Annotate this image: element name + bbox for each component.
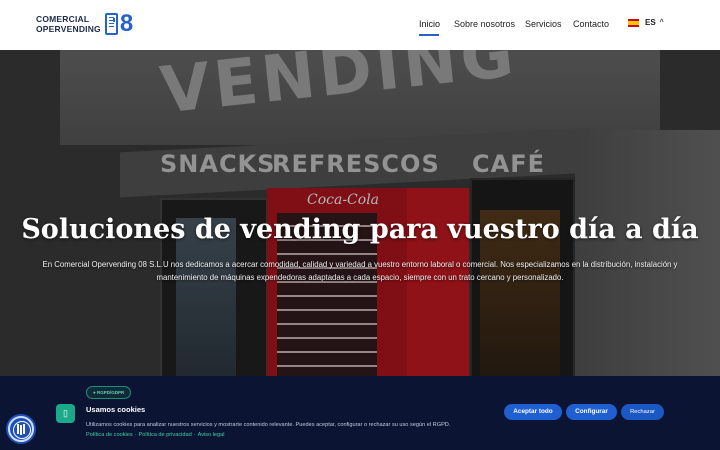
cookie-text: Utilizamos cookies para analizar nuestro… <box>86 422 451 428</box>
cookie-banner: ● RGPD/GDPR ▯ Usamos cookies Utilizamos … <box>0 376 720 450</box>
accept-all-button[interactable]: Aceptar todo <box>504 404 562 420</box>
nav-item-contacto[interactable]: Contacto <box>573 19 609 29</box>
nav-item-sobre-nosotros[interactable]: Sobre nosotros <box>454 19 515 29</box>
cookie-policy-link[interactable]: Política de cookies <box>86 432 133 438</box>
site-header: COMERCIAL OPERVENDING 8 Inicio Sobre nos… <box>0 0 720 50</box>
hero-title: Soluciones de vending para vuestro día a… <box>21 214 699 245</box>
hero-subtitle: En Comercial Opervending 08 S.L.U nos de… <box>30 258 690 284</box>
spain-flag-icon <box>628 18 639 27</box>
nav-item-inicio[interactable]: Inicio <box>419 19 440 29</box>
link-separator: · <box>193 432 196 438</box>
accessibility-icon[interactable] <box>8 416 34 442</box>
language-code: ES <box>645 18 656 27</box>
privacy-policy-link[interactable]: Política de privacidad <box>139 432 192 438</box>
reject-button[interactable]: Rechazar <box>621 404 664 420</box>
link-separator: · <box>134 432 137 438</box>
chevron-up-icon: ^ <box>659 19 664 26</box>
hero-overlay <box>0 50 720 376</box>
hero-section: VENDING SNACKS REFRESCOS CAFÉ Coca-Cola … <box>0 50 720 376</box>
gdpr-badge: ● RGPD/GDPR <box>86 386 132 399</box>
hero-subtitle-line2: mantenimiento de máquinas expendedoras a… <box>156 273 564 282</box>
main-nav: Inicio Sobre nosotros Servicios Contacto <box>0 19 720 33</box>
legal-notice-link[interactable]: Aviso legal <box>198 432 225 438</box>
nav-active-indicator <box>419 34 439 36</box>
cookie-title: Usamos cookies <box>86 405 146 414</box>
nav-item-servicios[interactable]: Servicios <box>525 19 562 29</box>
cookie-icon: ▯ <box>56 404 75 423</box>
configure-button[interactable]: Configurar <box>566 404 617 420</box>
hero-subtitle-line1: En Comercial Opervending 08 S.L.U nos de… <box>42 260 678 269</box>
cookie-links: Política de cookies · Política de privacid… <box>86 432 225 438</box>
language-selector[interactable]: ES ^ <box>628 18 664 27</box>
